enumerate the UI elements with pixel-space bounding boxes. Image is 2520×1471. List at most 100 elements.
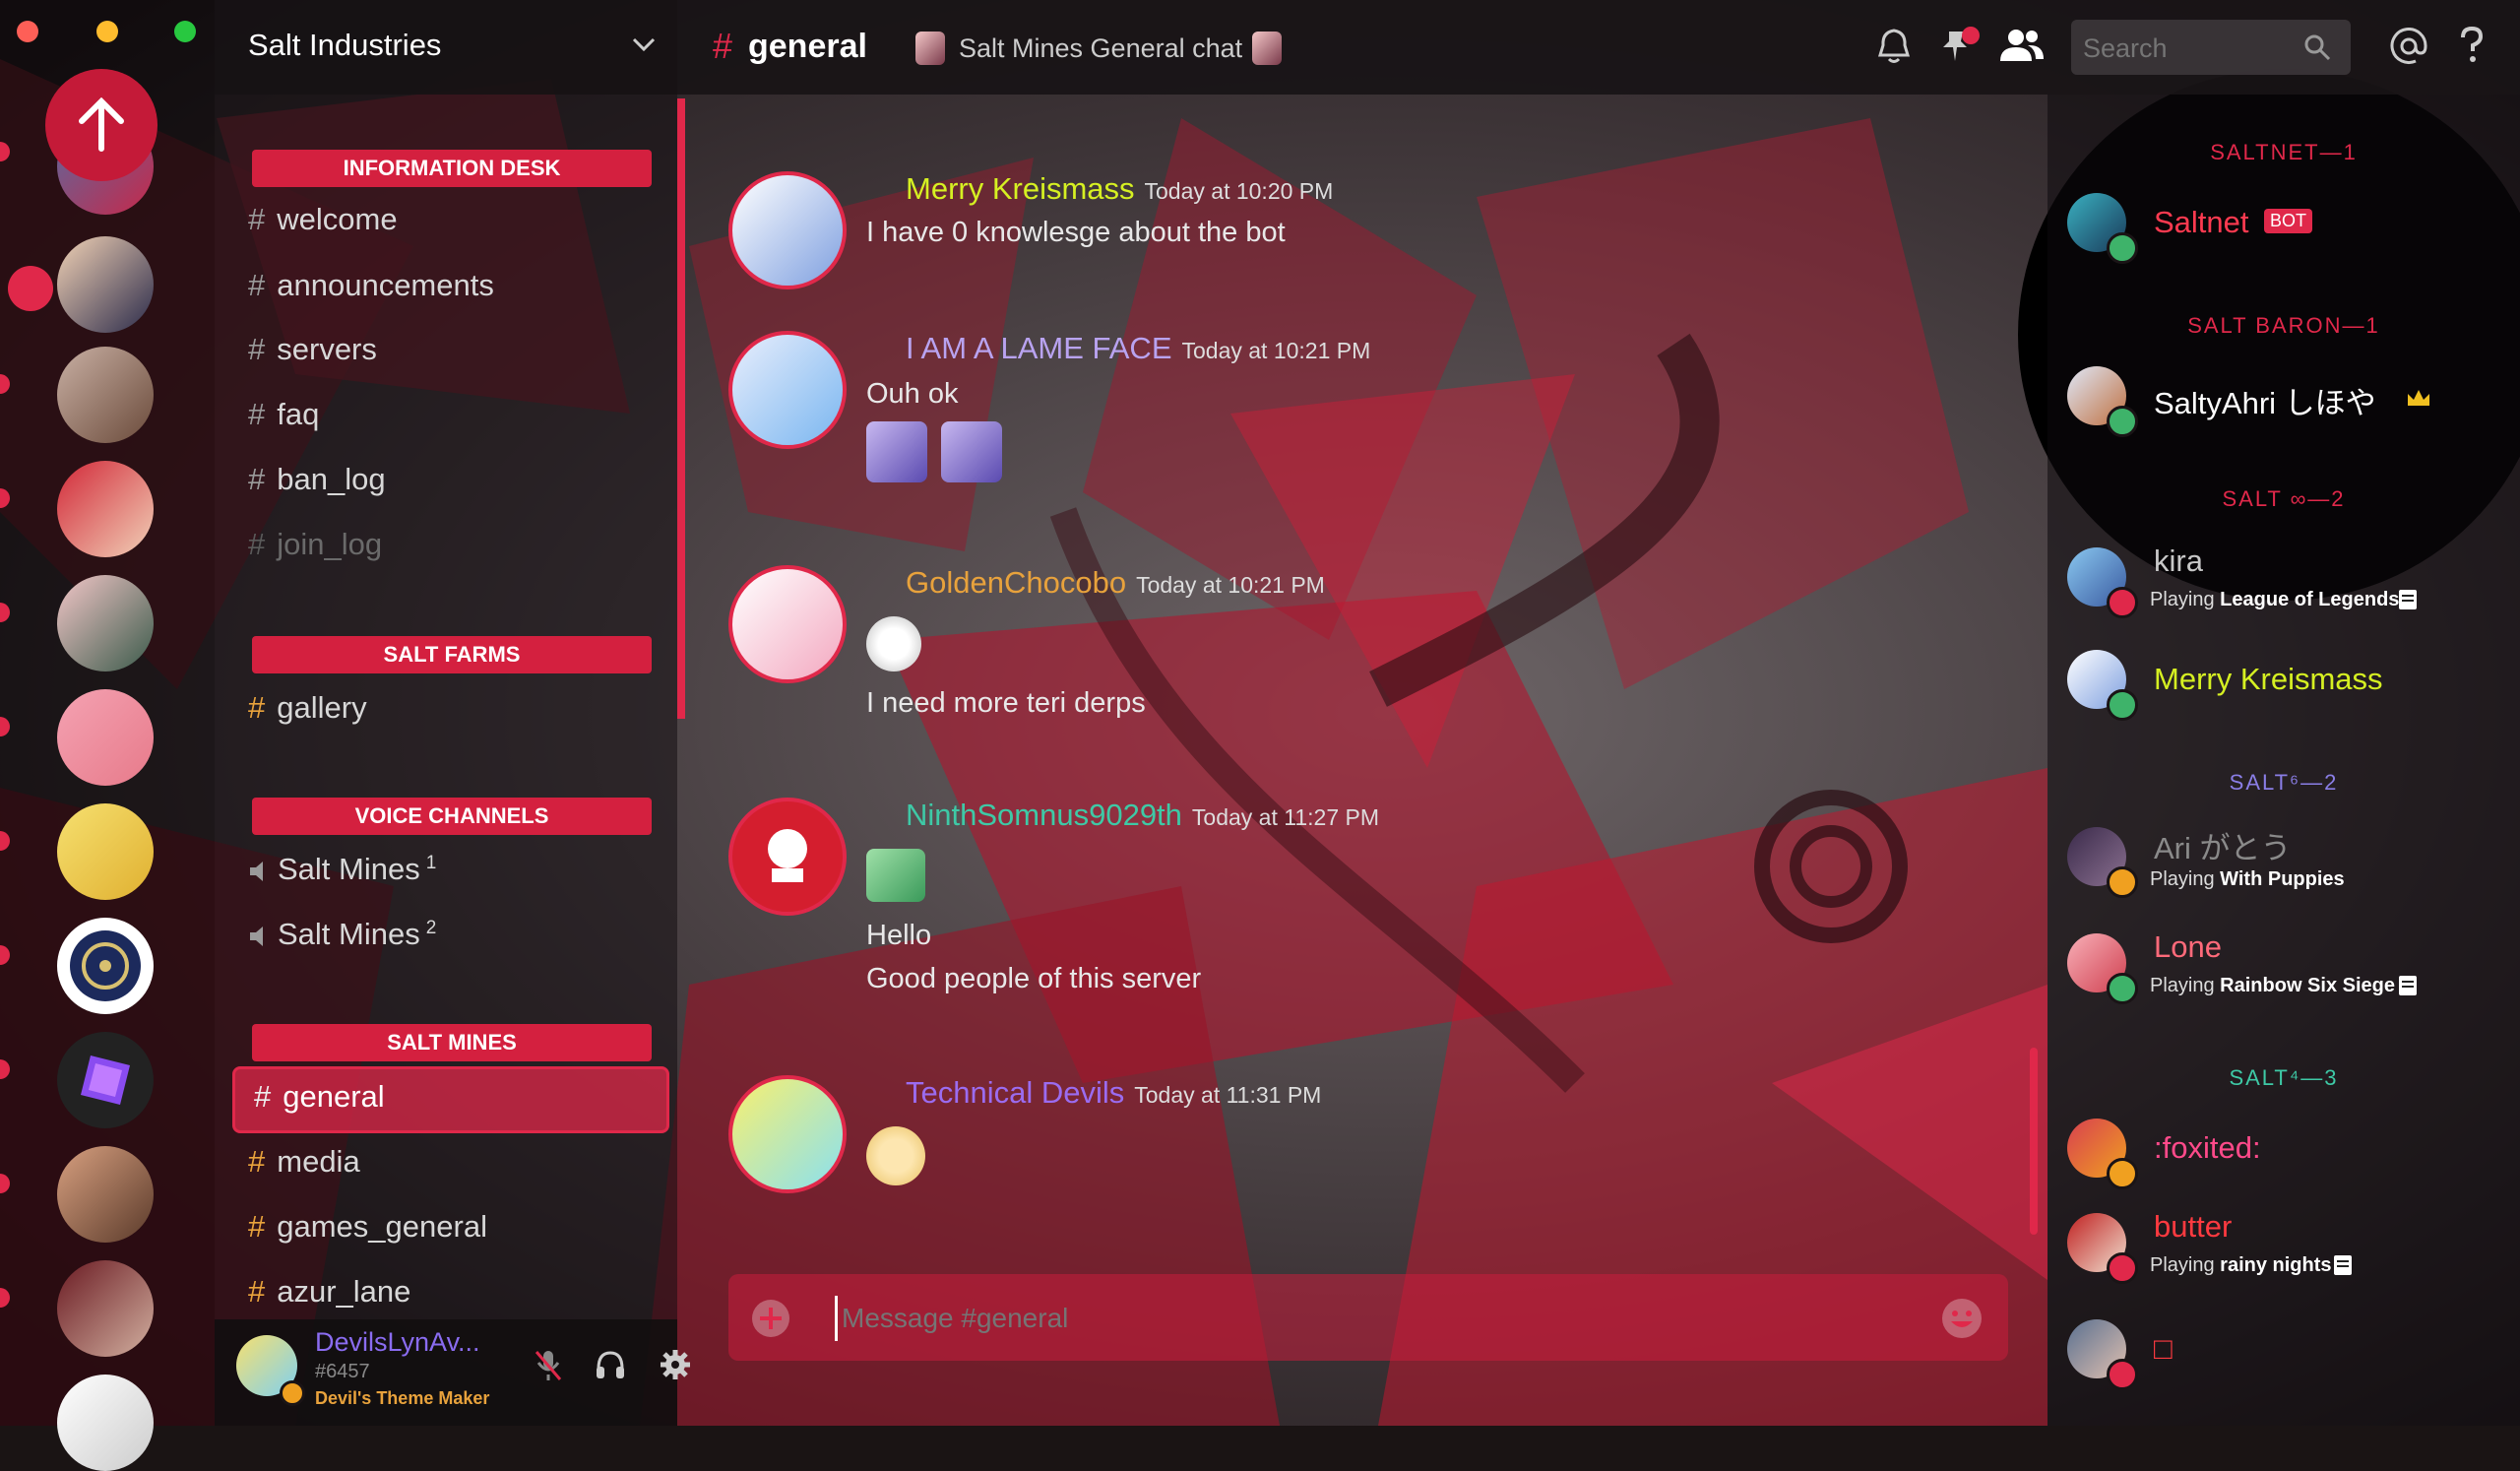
channel-azur-lane[interactable]: # azur_lane: [248, 1274, 410, 1310]
user-name: DevilsLynAv...: [315, 1327, 480, 1357]
notification-bell-icon[interactable]: [1876, 28, 1912, 65]
server-icon[interactable]: [57, 347, 154, 443]
server-icon[interactable]: [57, 918, 154, 1014]
headphones-icon[interactable]: [595, 1349, 626, 1380]
scroll-up-button[interactable]: [45, 69, 158, 181]
channel-general[interactable]: # general: [254, 1079, 385, 1115]
server-icon[interactable]: [57, 1375, 154, 1471]
server-icon[interactable]: [57, 461, 154, 557]
dnd-status-icon: [2107, 1359, 2138, 1390]
user-status-dot: [280, 1380, 305, 1406]
server-icon[interactable]: [57, 1032, 154, 1128]
server-icon[interactable]: [57, 575, 154, 672]
chevron-down-icon[interactable]: [632, 37, 656, 53]
category-salt-farms[interactable]: SALT FARMS: [252, 636, 652, 673]
channel-announcements[interactable]: # announcements: [248, 268, 494, 303]
topic-avatar-right: [1252, 32, 1282, 65]
message-avatar[interactable]: [728, 1075, 847, 1193]
custom-emoji[interactable]: [866, 1126, 925, 1185]
search-box[interactable]: [2071, 20, 2351, 75]
channel-scroll-accent: [677, 98, 685, 719]
member-activity: Playing With Puppies: [2150, 868, 2345, 890]
server-icon[interactable]: [57, 236, 154, 333]
online-status-icon: [2107, 973, 2138, 1004]
role-header: SALT BARON—1: [2187, 313, 2380, 338]
message-text: I have 0 knowlesge about the bot: [866, 217, 1286, 248]
idle-status-icon: [2107, 1158, 2138, 1189]
topic-avatar-left: [915, 32, 945, 65]
idle-status-icon: [2107, 866, 2138, 898]
server-icon[interactable]: [57, 803, 154, 900]
voice-channel-salt-mines-2[interactable]: Salt Mines 2: [248, 917, 436, 952]
server-icon[interactable]: [57, 1260, 154, 1357]
mute-microphone-icon[interactable]: [534, 1349, 563, 1382]
channel-ban-log[interactable]: # ban_log: [248, 462, 386, 497]
custom-emoji[interactable]: [941, 421, 1002, 482]
channel-welcome[interactable]: # welcome: [248, 202, 398, 237]
member-activity: Playing League of Legends: [2150, 589, 2400, 610]
message-author[interactable]: I AM A LAME FACE Today at 10:21 PM: [906, 331, 1370, 366]
add-attachment-icon[interactable]: [750, 1298, 791, 1339]
server-name: Salt Industries: [248, 28, 442, 62]
settings-gear-icon[interactable]: [660, 1349, 691, 1380]
zoom-window-button[interactable]: [174, 21, 196, 42]
server-header[interactable]: Salt Industries: [215, 0, 677, 95]
channel-hash-icon: #: [713, 26, 733, 66]
member-list-icon[interactable]: [1998, 28, 2046, 63]
mentions-icon[interactable]: [2390, 28, 2427, 65]
close-window-button[interactable]: [17, 21, 38, 42]
custom-emoji[interactable]: [866, 849, 925, 902]
voice-channel-salt-mines-1[interactable]: Salt Mines 1: [248, 852, 436, 887]
member-list-scrollbar[interactable]: [2030, 1048, 2038, 1235]
channel-gallery[interactable]: # gallery: [248, 690, 367, 726]
channel-servers[interactable]: # servers: [248, 332, 377, 367]
member-activity: Playing rainy nights: [2150, 1254, 2332, 1276]
message-avatar[interactable]: [728, 171, 847, 289]
channel-join-log[interactable]: # join_log: [248, 527, 382, 562]
user-custom-status: Devil's Theme Maker: [315, 1388, 490, 1408]
message-author[interactable]: NinthSomnus9029th Today at 11:27 PM: [906, 798, 1379, 833]
message-composer[interactable]: [728, 1274, 2008, 1361]
channel-faq[interactable]: # faq: [248, 397, 319, 432]
rich-presence-icon: [2334, 1255, 2352, 1275]
crown-icon: [2408, 390, 2429, 406]
message-author[interactable]: GoldenChocobo Today at 10:21 PM: [906, 565, 1325, 601]
role-header: SALT⁴—3: [2229, 1065, 2339, 1090]
user-panel: DevilsLynAv... #6457 Devil's Theme Maker: [215, 1319, 690, 1426]
dnd-status-icon: [2107, 1252, 2138, 1284]
message-author[interactable]: Merry Kreismass Today at 10:20 PM: [906, 171, 1333, 207]
unread-pip: [8, 266, 53, 311]
user-tag: #6457: [315, 1361, 370, 1382]
dnd-status-icon: [2107, 587, 2138, 618]
server-icon[interactable]: [57, 1146, 154, 1243]
server-icon[interactable]: [57, 689, 154, 786]
custom-emoji[interactable]: [866, 421, 927, 482]
message-avatar[interactable]: [728, 565, 847, 683]
message-text: Good people of this server: [866, 963, 1202, 994]
channel-games-general[interactable]: # games_general: [248, 1209, 487, 1245]
search-icon: [2304, 34, 2331, 61]
message-author[interactable]: Technical Devils Today at 11:31 PM: [906, 1075, 1321, 1111]
channel-topbar: # general Salt Mines General chat: [677, 0, 2048, 95]
message-input[interactable]: [835, 1296, 1867, 1341]
help-icon[interactable]: [2457, 26, 2487, 65]
category-voice-channels[interactable]: VOICE CHANNELS: [252, 798, 652, 835]
online-status-icon: [2107, 406, 2138, 437]
category-salt-mines[interactable]: SALT MINES: [252, 1024, 652, 1061]
message-text: Ouh ok: [866, 378, 959, 410]
category-information-desk[interactable]: INFORMATION DESK: [252, 150, 652, 187]
pinned-messages-icon[interactable]: [1941, 26, 1984, 65]
custom-emoji[interactable]: [866, 616, 921, 672]
police-badge-icon: [70, 930, 141, 1001]
rich-presence-icon: [2399, 590, 2417, 609]
message-avatar[interactable]: [728, 331, 847, 449]
message-text: Hello: [866, 920, 932, 951]
channel-media[interactable]: # media: [248, 1144, 360, 1180]
role-header: SALTNET—1: [2210, 140, 2358, 164]
minimize-window-button[interactable]: [96, 21, 118, 42]
emoji-picker-icon[interactable]: [1939, 1296, 1984, 1341]
channel-topic: Salt Mines General chat: [959, 33, 1243, 63]
search-input[interactable]: [2081, 28, 2292, 69]
message-avatar[interactable]: [728, 798, 847, 916]
member-activity: Playing Rainbow Six Siege: [2150, 975, 2395, 996]
